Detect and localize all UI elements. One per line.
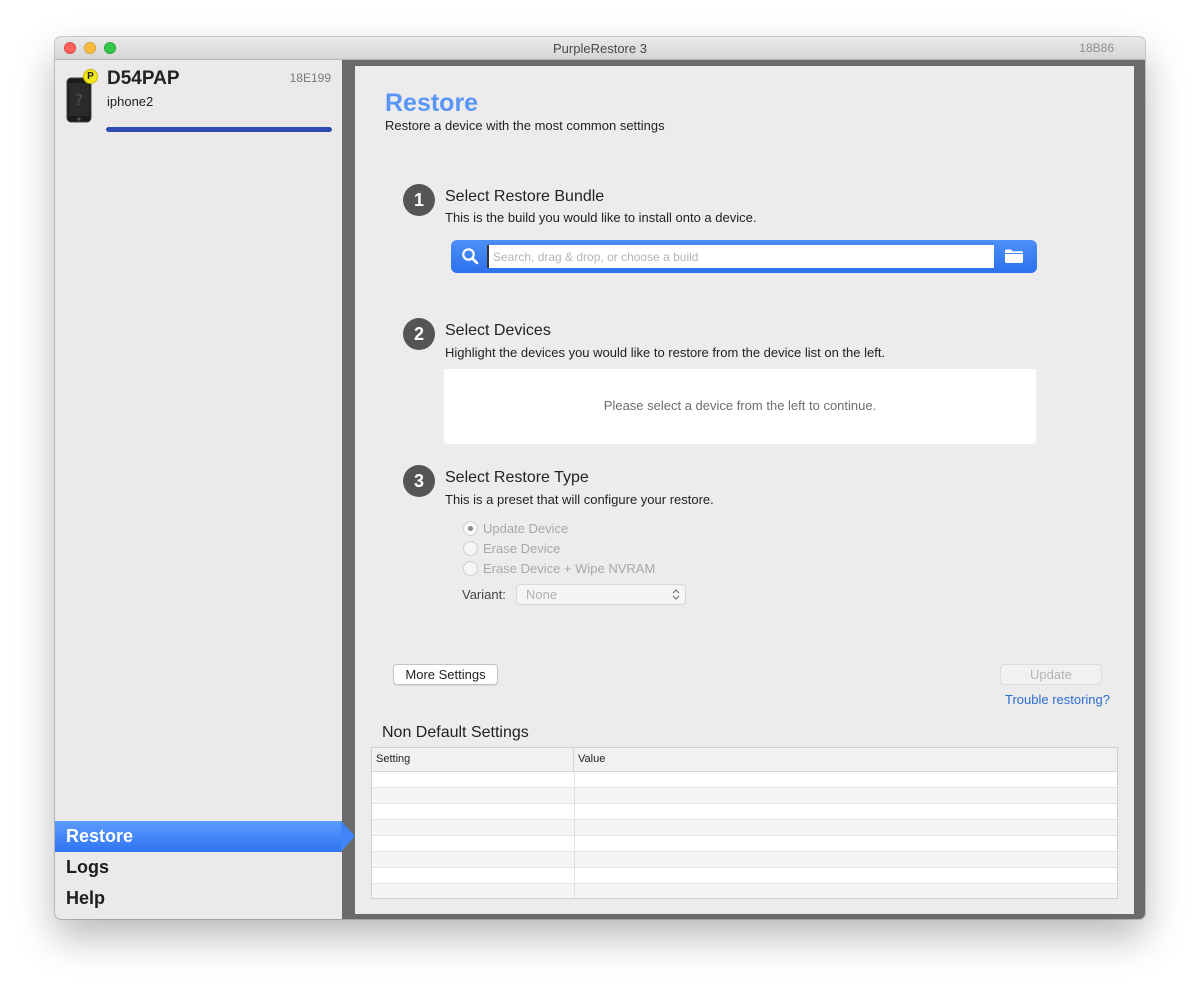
table-header: Setting Value <box>372 748 1117 772</box>
device-subtitle: iphone2 <box>107 94 154 109</box>
table-body <box>372 772 1117 898</box>
table-row <box>372 788 1117 804</box>
trouble-restoring-link[interactable]: Trouble restoring? <box>1005 692 1110 707</box>
step-3-number: 3 <box>403 465 435 497</box>
step-1-number: 1 <box>403 184 435 216</box>
step-2-desc: Highlight the devices you would like to … <box>445 345 886 360</box>
app-window: PurpleRestore 3 18B86 ? P D54PAP 18E199 … <box>55 37 1145 919</box>
device-progress-fill <box>106 127 332 132</box>
step-2-title: Select Devices <box>445 322 551 339</box>
device-box-message: Please select a device from the left to … <box>603 398 877 413</box>
badge-icon: P <box>83 69 98 84</box>
step-3-title: Select Restore Type <box>445 469 589 486</box>
radio-indicator[interactable] <box>463 521 478 536</box>
radio-label: Update Device <box>483 521 569 536</box>
radio-indicator[interactable] <box>463 561 478 576</box>
sidebar: ? P D54PAP 18E199 iphone2 Restore Logs H… <box>55 60 355 919</box>
table-row <box>372 772 1117 788</box>
sidebar-nav: Restore Logs Help <box>55 821 355 914</box>
radio-label: Erase Device + Wipe NVRAM <box>483 561 656 576</box>
variant-value: None <box>526 587 558 602</box>
table-row <box>372 804 1117 820</box>
nav-item-help[interactable]: Help <box>55 883 342 914</box>
column-header-value[interactable]: Value <box>574 748 1117 772</box>
chevron-updown-icon <box>672 589 680 600</box>
title-bar[interactable]: PurpleRestore 3 18B86 <box>55 37 1145 60</box>
table-row <box>372 884 1117 898</box>
column-header-setting[interactable]: Setting <box>372 748 574 772</box>
nav-item-restore[interactable]: Restore <box>55 821 355 852</box>
step-2-number: 2 <box>403 318 435 350</box>
search-icon <box>462 248 479 265</box>
table-row <box>372 868 1117 884</box>
table-row <box>372 852 1117 868</box>
variant-label: Variant: <box>462 587 506 602</box>
device-build: 18E199 <box>289 71 331 85</box>
window-title: PurpleRestore 3 <box>553 41 647 56</box>
page-subtitle: Restore a device with the most common se… <box>385 118 665 133</box>
step-1-desc: This is the build you would like to inst… <box>445 210 757 225</box>
step-1-title: Select Restore Bundle <box>445 188 605 205</box>
selected-devices-box: Please select a device from the left to … <box>444 369 1036 444</box>
step-3-desc: This is a preset that will configure you… <box>445 492 714 507</box>
restore-panel: Restore Restore a device with the most c… <box>355 66 1134 914</box>
radio-label: Erase Device <box>483 541 561 556</box>
variant-select[interactable]: None <box>516 584 686 605</box>
device-name: D54PAP <box>107 68 180 89</box>
non-default-settings-title: Non Default Settings <box>382 724 529 741</box>
iphone-icon: ? <box>66 77 92 123</box>
build-search-bar <box>451 240 1037 273</box>
table-row <box>372 820 1117 836</box>
radio-indicator[interactable] <box>463 541 478 556</box>
table-row <box>372 836 1117 852</box>
window-build: 18B86 <box>1079 41 1114 55</box>
device-progress-bar <box>106 127 332 132</box>
nav-item-logs[interactable]: Logs <box>55 852 342 883</box>
folder-icon[interactable] <box>1004 248 1024 264</box>
device-list-item[interactable]: ? P D54PAP 18E199 iphone2 <box>55 60 342 140</box>
non-default-settings-table[interactable]: Setting Value <box>371 747 1118 899</box>
more-settings-button[interactable]: More Settings <box>393 664 498 685</box>
build-search-input[interactable] <box>487 245 994 268</box>
page-title: Restore <box>385 89 479 117</box>
update-button[interactable]: Update <box>1000 664 1102 685</box>
svg-text:?: ? <box>75 91 83 109</box>
